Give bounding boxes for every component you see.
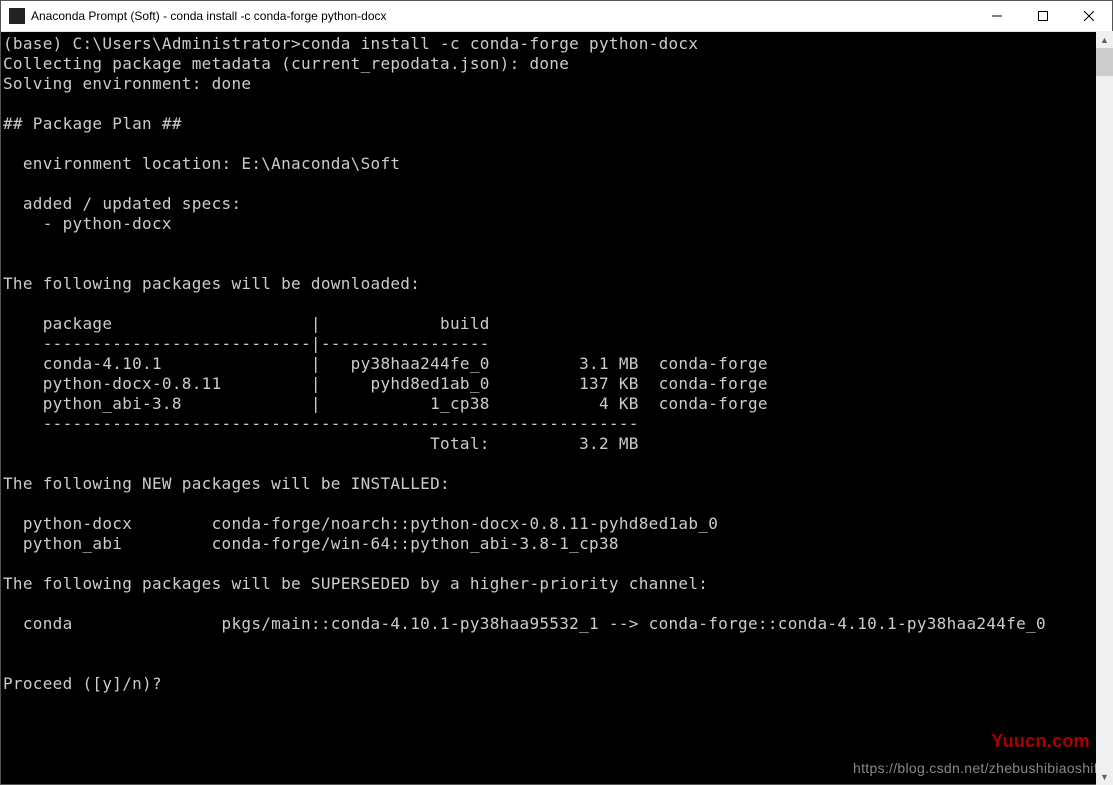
vertical-scrollbar[interactable]: ▲ ▼ [1096,31,1113,785]
downloads-header: The following packages will be downloade… [3,274,420,293]
env-location: environment location: E:\Anaconda\Soft [3,154,400,173]
table-row: conda-4.10.1 | py38haa244fe_0 3.1 MB con… [3,354,768,373]
prompt-prefix: (base) C:\Users\Administrator> [3,34,301,53]
scrollbar-track[interactable] [1096,48,1113,768]
window-controls [974,1,1112,31]
new-package-row: python_abi conda-forge/win-64::python_ab… [3,534,619,553]
command-text: conda install -c conda-forge python-docx [301,34,698,53]
maximize-button[interactable] [1020,1,1066,31]
table-separator: ----------------------------------------… [3,414,639,433]
table-row: python-docx-0.8.11 | pyhd8ed1ab_0 137 KB… [3,374,768,393]
watermark-brand: Yuucn.com [991,731,1090,751]
table-total: Total: 3.2 MB [3,434,639,453]
scroll-up-arrow[interactable]: ▲ [1096,31,1113,48]
proceed-prompt: Proceed ([y]/n)? [3,674,172,693]
scroll-down-arrow[interactable]: ▼ [1096,768,1113,785]
superseded-header: The following packages will be SUPERSEDE… [3,574,708,593]
window-titlebar: Anaconda Prompt (Soft) - conda install -… [1,1,1112,32]
close-button[interactable] [1066,1,1112,31]
table-row: python_abi-3.8 | 1_cp38 4 KB conda-forge [3,394,768,413]
new-packages-header: The following NEW packages will be INSTA… [3,474,450,493]
package-plan-header: ## Package Plan ## [3,114,182,133]
added-specs-header: added / updated specs: [3,194,241,213]
scrollbar-thumb[interactable] [1096,48,1113,76]
window-title: Anaconda Prompt (Soft) - conda install -… [31,9,974,23]
output-line: Collecting package metadata (current_rep… [3,54,569,73]
new-package-row: python-docx conda-forge/noarch::python-d… [3,514,718,533]
table-header: package | build [3,314,490,333]
superseded-row: conda pkgs/main::conda-4.10.1-py38haa955… [3,614,1046,633]
spec-item: - python-docx [3,214,172,233]
terminal-output[interactable]: (base) C:\Users\Administrator>conda inst… [1,32,1112,784]
app-icon [9,8,25,24]
table-separator: ---------------------------|------------… [3,334,490,353]
output-line: Solving environment: done [3,74,251,93]
minimize-button[interactable] [974,1,1020,31]
watermark-url: https://blog.csdn.net/zhebushibiaoshifu [853,758,1106,778]
